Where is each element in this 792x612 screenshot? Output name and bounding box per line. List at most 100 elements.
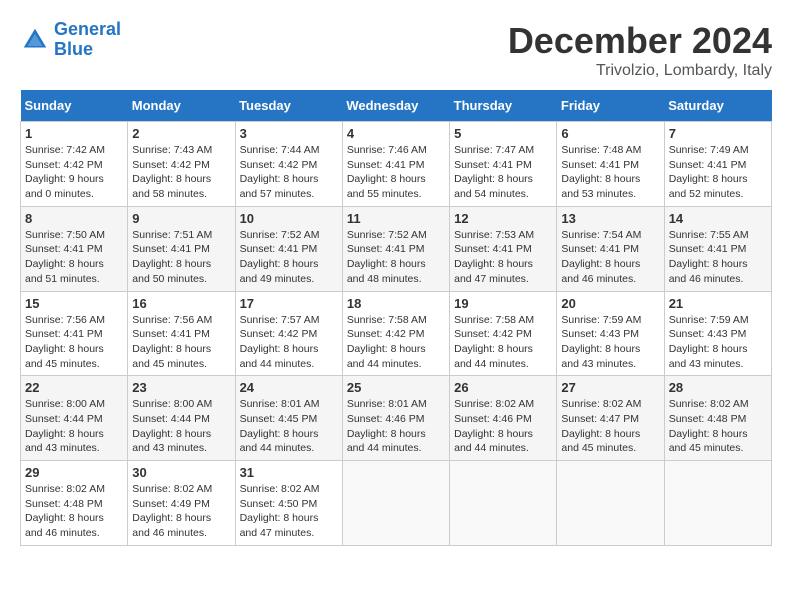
day-info: Sunrise: 7:57 AMSunset: 4:42 PMDaylight:… — [240, 313, 338, 372]
day-info: Sunrise: 8:02 AMSunset: 4:50 PMDaylight:… — [240, 482, 338, 541]
day-info: Sunrise: 7:51 AMSunset: 4:41 PMDaylight:… — [132, 228, 230, 287]
calendar-cell — [557, 461, 664, 546]
day-number: 13 — [561, 211, 659, 226]
day-info: Sunrise: 7:58 AMSunset: 4:42 PMDaylight:… — [454, 313, 552, 372]
day-number: 21 — [669, 296, 767, 311]
day-info: Sunrise: 7:48 AMSunset: 4:41 PMDaylight:… — [561, 143, 659, 202]
day-number: 6 — [561, 126, 659, 141]
calendar-cell — [450, 461, 557, 546]
calendar-cell: 25Sunrise: 8:01 AMSunset: 4:46 PMDayligh… — [342, 376, 449, 461]
week-row-4: 22 Sunrise: 8:00 AMSunset: 4:44 PMDayligh… — [21, 376, 772, 461]
day-number: 22 — [25, 380, 123, 395]
day-info: Sunrise: 8:02 AMSunset: 4:48 PMDaylight:… — [669, 397, 767, 456]
day-info: Sunrise: 7:50 AMSunset: 4:41 PMDaylight:… — [25, 228, 123, 287]
day-number: 19 — [454, 296, 552, 311]
weekday-header-friday: Friday — [557, 90, 664, 122]
calendar-cell: 6 Sunrise: 7:48 AMSunset: 4:41 PMDaylight… — [557, 122, 664, 207]
day-info: Sunrise: 7:46 AMSunset: 4:41 PMDaylight:… — [347, 143, 445, 202]
day-number: 20 — [561, 296, 659, 311]
day-number: 18 — [347, 296, 445, 311]
calendar-cell: 30Sunrise: 8:02 AMSunset: 4:49 PMDayligh… — [128, 461, 235, 546]
day-info: Sunrise: 7:49 AMSunset: 4:41 PMDaylight:… — [669, 143, 767, 202]
calendar-cell: 23 Sunrise: 8:00 AMSunset: 4:44 PMDayligh… — [128, 376, 235, 461]
day-number: 7 — [669, 126, 767, 141]
day-number: 2 — [132, 126, 230, 141]
weekday-header-thursday: Thursday — [450, 90, 557, 122]
day-number: 4 — [347, 126, 445, 141]
logo-icon — [20, 25, 50, 55]
week-row-2: 8 Sunrise: 7:50 AMSunset: 4:41 PMDaylight… — [21, 206, 772, 291]
day-number: 16 — [132, 296, 230, 311]
week-row-3: 15 Sunrise: 7:56 AMSunset: 4:41 PMDayligh… — [21, 291, 772, 376]
weekday-header-tuesday: Tuesday — [235, 90, 342, 122]
day-number: 8 — [25, 211, 123, 226]
calendar-cell: 11 Sunrise: 7:52 AMSunset: 4:41 PMDayligh… — [342, 206, 449, 291]
day-number: 5 — [454, 126, 552, 141]
day-number: 17 — [240, 296, 338, 311]
day-info: Sunrise: 7:54 AMSunset: 4:41 PMDaylight:… — [561, 228, 659, 287]
day-info: Sunrise: 8:00 AMSunset: 4:44 PMDaylight:… — [132, 397, 230, 456]
day-info: Sunrise: 8:00 AMSunset: 4:44 PMDaylight:… — [25, 397, 123, 456]
location-title: Trivolzio, Lombardy, Italy — [508, 62, 772, 80]
day-number: 24 — [240, 380, 338, 395]
week-row-1: 1 Sunrise: 7:42 AMSunset: 4:42 PMDaylight… — [21, 122, 772, 207]
weekday-header-sunday: Sunday — [21, 90, 128, 122]
calendar-cell: 13 Sunrise: 7:54 AMSunset: 4:41 PMDayligh… — [557, 206, 664, 291]
day-number: 15 — [25, 296, 123, 311]
month-title: December 2024 — [508, 20, 772, 62]
calendar-cell: 28 Sunrise: 8:02 AMSunset: 4:48 PMDayligh… — [664, 376, 771, 461]
day-number: 11 — [347, 211, 445, 226]
day-info: Sunrise: 7:55 AMSunset: 4:41 PMDaylight:… — [669, 228, 767, 287]
calendar-cell: 31 Sunrise: 8:02 AMSunset: 4:50 PMDayligh… — [235, 461, 342, 546]
weekday-header-monday: Monday — [128, 90, 235, 122]
day-number: 9 — [132, 211, 230, 226]
logo-line1: General — [54, 19, 121, 39]
day-info: Sunrise: 7:58 AMSunset: 4:42 PMDaylight:… — [347, 313, 445, 372]
weekday-header-saturday: Saturday — [664, 90, 771, 122]
day-number: 28 — [669, 380, 767, 395]
calendar-cell: 16 Sunrise: 7:56 AMSunset: 4:41 PMDayligh… — [128, 291, 235, 376]
day-number: 27 — [561, 380, 659, 395]
calendar-cell: 20 Sunrise: 7:59 AMSunset: 4:43 PMDayligh… — [557, 291, 664, 376]
calendar-cell: 4 Sunrise: 7:46 AMSunset: 4:41 PMDaylight… — [342, 122, 449, 207]
day-info: Sunrise: 7:52 AMSunset: 4:41 PMDaylight:… — [240, 228, 338, 287]
day-number: 26 — [454, 380, 552, 395]
day-number: 23 — [132, 380, 230, 395]
calendar-cell: 26 Sunrise: 8:02 AMSunset: 4:46 PMDayligh… — [450, 376, 557, 461]
day-info: Sunrise: 8:02 AMSunset: 4:47 PMDaylight:… — [561, 397, 659, 456]
title-area: December 2024 Trivolzio, Lombardy, Italy — [508, 20, 772, 80]
day-info: Sunrise: 7:42 AMSunset: 4:42 PMDaylight:… — [25, 143, 123, 202]
day-number: 25 — [347, 380, 445, 395]
day-number: 3 — [240, 126, 338, 141]
day-number: 14 — [669, 211, 767, 226]
calendar-cell: 12Sunrise: 7:53 AMSunset: 4:41 PMDayligh… — [450, 206, 557, 291]
calendar-cell: 27 Sunrise: 8:02 AMSunset: 4:47 PMDayligh… — [557, 376, 664, 461]
calendar-cell: 22 Sunrise: 8:00 AMSunset: 4:44 PMDayligh… — [21, 376, 128, 461]
calendar-cell: 21 Sunrise: 7:59 AMSunset: 4:43 PMDayligh… — [664, 291, 771, 376]
day-info: Sunrise: 7:56 AMSunset: 4:41 PMDaylight:… — [132, 313, 230, 372]
day-info: Sunrise: 8:02 AMSunset: 4:48 PMDaylight:… — [25, 482, 123, 541]
calendar-cell: 7 Sunrise: 7:49 AMSunset: 4:41 PMDaylight… — [664, 122, 771, 207]
day-info: Sunrise: 8:01 AMSunset: 4:45 PMDaylight:… — [240, 397, 338, 456]
day-info: Sunrise: 7:59 AMSunset: 4:43 PMDaylight:… — [669, 313, 767, 372]
logo: General Blue — [20, 20, 121, 60]
day-info: Sunrise: 7:59 AMSunset: 4:43 PMDaylight:… — [561, 313, 659, 372]
calendar-cell: 24 Sunrise: 8:01 AMSunset: 4:45 PMDayligh… — [235, 376, 342, 461]
day-number: 29 — [25, 465, 123, 480]
logo-line2: Blue — [54, 39, 93, 59]
weekday-header-row: SundayMondayTuesdayWednesdayThursdayFrid… — [21, 90, 772, 122]
day-info: Sunrise: 7:56 AMSunset: 4:41 PMDaylight:… — [25, 313, 123, 372]
day-info: Sunrise: 7:43 AMSunset: 4:42 PMDaylight:… — [132, 143, 230, 202]
calendar-cell: 18 Sunrise: 7:58 AMSunset: 4:42 PMDayligh… — [342, 291, 449, 376]
day-info: Sunrise: 7:52 AMSunset: 4:41 PMDaylight:… — [347, 228, 445, 287]
day-number: 30 — [132, 465, 230, 480]
day-info: Sunrise: 7:53 AMSunset: 4:41 PMDaylight:… — [454, 228, 552, 287]
day-info: Sunrise: 7:44 AMSunset: 4:42 PMDaylight:… — [240, 143, 338, 202]
day-number: 1 — [25, 126, 123, 141]
day-number: 31 — [240, 465, 338, 480]
day-info: Sunrise: 8:02 AMSunset: 4:46 PMDaylight:… — [454, 397, 552, 456]
calendar-cell: 2 Sunrise: 7:43 AMSunset: 4:42 PMDaylight… — [128, 122, 235, 207]
week-row-5: 29 Sunrise: 8:02 AMSunset: 4:48 PMDayligh… — [21, 461, 772, 546]
calendar-cell: 1 Sunrise: 7:42 AMSunset: 4:42 PMDaylight… — [21, 122, 128, 207]
calendar-cell: 17 Sunrise: 7:57 AMSunset: 4:42 PMDayligh… — [235, 291, 342, 376]
